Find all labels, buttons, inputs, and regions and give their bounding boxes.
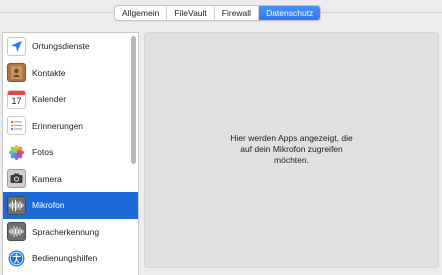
sidebar-item-erinnerungen[interactable]: Erinnerungen <box>3 113 138 140</box>
app-access-panel: Hier werden Apps angezeigt, die auf dein… <box>144 32 439 268</box>
calendar-icon: 17 <box>7 89 26 109</box>
sidebar-item-spracherkennung[interactable]: Spracherkennung <box>3 219 138 246</box>
sidebar-item-label: Kamera <box>32 173 62 184</box>
sidebar-item-kontakte[interactable]: Kontakte <box>3 60 138 87</box>
tab-datenschutz[interactable]: Datenschutz <box>259 6 321 20</box>
sidebar-item-label: Kontakte <box>32 67 66 78</box>
sidebar-item-label: Kalender <box>32 94 67 105</box>
tab-allgemein[interactable]: Allgemein <box>115 6 168 20</box>
sidebar-item-label: Bedienungshilfen <box>32 253 98 264</box>
speech-waveform-icon <box>7 222 26 242</box>
location-arrow-icon <box>7 36 26 56</box>
sidebar-item-mikrofon[interactable]: Mikrofon <box>3 192 138 219</box>
message-line: möchten. <box>274 155 309 165</box>
sidebar-item-kamera[interactable]: Kamera <box>3 166 138 193</box>
reminders-icon <box>7 116 26 136</box>
empty-state-message: Hier werden Apps angezeigt, die auf dein… <box>145 133 438 166</box>
message-line: Hier werden Apps angezeigt, die <box>230 133 353 143</box>
accessibility-icon <box>7 249 26 268</box>
contacts-book-icon <box>7 63 26 83</box>
sidebar-item-label: Ortungsdienste <box>32 41 90 52</box>
sidebar-item-label: Erinnerungen <box>32 120 84 131</box>
tab-firewall[interactable]: Firewall <box>215 6 260 20</box>
sidebar-item-ortungsdienste[interactable]: Ortungsdienste <box>3 33 138 60</box>
microphone-waveform-icon <box>7 195 26 215</box>
sidebar-item-bedienungshilfen[interactable]: Bedienungshilfen <box>3 245 138 272</box>
tab-bar: Allgemein FileVault Firewall Datenschutz <box>114 5 322 21</box>
tab-filevault[interactable]: FileVault <box>167 6 215 20</box>
sidebar-item-label: Spracherkennung <box>32 226 100 237</box>
list-scrollbar[interactable] <box>131 36 136 164</box>
sidebar-item-label: Mikrofon <box>32 200 65 211</box>
message-line: auf dein Mikrofon zugreifen <box>240 144 343 154</box>
photos-flower-icon <box>7 142 26 162</box>
sidebar-item-label: Fotos <box>32 147 54 158</box>
sidebar-item-fotos[interactable]: Fotos <box>3 139 138 166</box>
sidebar-item-kalender[interactable]: 17 Kalender <box>3 86 138 113</box>
privacy-category-list[interactable]: Ortungsdienste Kontakte 17 Kalender Erin… <box>2 32 139 275</box>
camera-icon <box>7 169 26 189</box>
